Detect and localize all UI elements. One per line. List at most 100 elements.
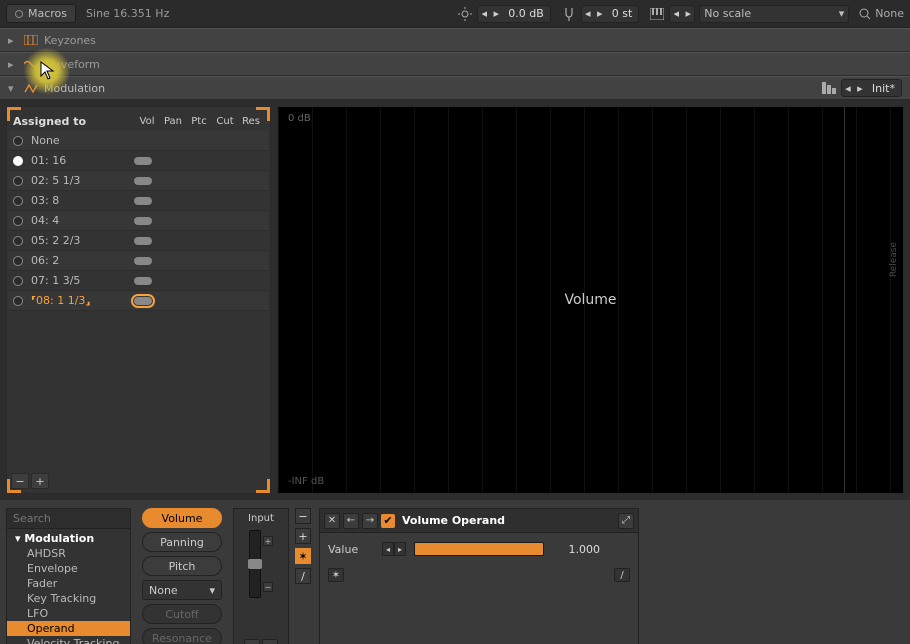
macros-button[interactable]: Macros: [6, 4, 76, 23]
add-set-button[interactable]: +: [31, 473, 49, 489]
envelope-view-icon[interactable]: [821, 80, 837, 96]
assign-cell[interactable]: [238, 294, 264, 308]
preset-spinner[interactable]: ◂ ▸ Init*: [841, 79, 902, 97]
assign-cell[interactable]: [130, 254, 156, 268]
assign-row[interactable]: None: [9, 131, 268, 151]
assign-row[interactable]: 03: 8: [9, 191, 268, 211]
chain-divide-button[interactable]: /: [295, 568, 311, 584]
browser-item[interactable]: Envelope: [7, 561, 130, 576]
preset-prev[interactable]: ◂: [842, 80, 854, 96]
assign-radio[interactable]: [13, 276, 23, 286]
assign-cell[interactable]: [184, 134, 210, 148]
device-moveright-button[interactable]: →: [362, 513, 378, 529]
assign-cell[interactable]: [130, 274, 156, 288]
assign-cell[interactable]: [184, 254, 210, 268]
value-dec-button[interactable]: ◂: [382, 542, 394, 556]
assign-radio[interactable]: [13, 216, 23, 226]
op-multiply-button[interactable]: ✶: [328, 568, 344, 582]
assign-cell[interactable]: [238, 274, 264, 288]
assign-radio[interactable]: [13, 236, 23, 246]
assign-cell[interactable]: [211, 134, 237, 148]
assign-cell[interactable]: [184, 234, 210, 248]
assign-cell[interactable]: [130, 214, 156, 228]
assign-cell[interactable]: [130, 174, 156, 188]
assign-cell[interactable]: [157, 134, 183, 148]
assign-cell[interactable]: [238, 134, 264, 148]
chain-next-button[interactable]: ▸▸: [262, 639, 278, 644]
assign-cell[interactable]: [238, 234, 264, 248]
input-vertical-slider[interactable]: [249, 530, 261, 598]
transpose-dec[interactable]: ◂: [582, 6, 594, 22]
chain-prev-button[interactable]: ◂◂: [244, 639, 260, 644]
assign-cell[interactable]: [238, 174, 264, 188]
target-panning-button[interactable]: Panning: [142, 532, 222, 552]
browser-item[interactable]: Operand: [7, 621, 130, 636]
assign-radio[interactable]: [13, 156, 23, 166]
target-pitch-button[interactable]: Pitch: [142, 556, 222, 576]
input-minus-button[interactable]: −: [263, 582, 273, 592]
top-search[interactable]: None: [859, 7, 904, 20]
volume-spinner[interactable]: ◂ ▸ 0.0 dB: [477, 5, 551, 23]
browser-item[interactable]: Key Tracking: [7, 591, 130, 606]
section-waveform[interactable]: ▸ Waveform: [0, 52, 910, 76]
input-plus-button[interactable]: +: [263, 536, 273, 546]
assign-cell[interactable]: [157, 214, 183, 228]
assign-cell[interactable]: [130, 294, 156, 308]
assign-cell[interactable]: [157, 254, 183, 268]
assign-cell[interactable]: [184, 154, 210, 168]
scale-inc[interactable]: ▸: [682, 6, 694, 22]
assign-radio[interactable]: [13, 196, 23, 206]
assign-cell[interactable]: [130, 194, 156, 208]
assign-row[interactable]: 06: 2: [9, 251, 268, 271]
assign-cell[interactable]: [211, 234, 237, 248]
assign-cell[interactable]: [211, 294, 237, 308]
op-divide-button[interactable]: /: [614, 568, 630, 582]
assign-row[interactable]: 04: 4: [9, 211, 268, 231]
preset-next[interactable]: ▸: [854, 80, 866, 96]
section-keyzones[interactable]: ▸ Keyzones: [0, 28, 910, 52]
assign-cell[interactable]: [211, 274, 237, 288]
assign-cell[interactable]: [238, 214, 264, 228]
scale-dec[interactable]: ◂: [670, 6, 682, 22]
browser-item[interactable]: AHDSR: [7, 546, 130, 561]
assign-cell[interactable]: [211, 174, 237, 188]
volume-inc[interactable]: ▸: [490, 6, 502, 22]
value-inc-button[interactable]: ▸: [394, 542, 406, 556]
section-modulation[interactable]: ▾ Modulation ◂ ▸ Init*: [0, 76, 910, 100]
assign-radio[interactable]: [13, 136, 23, 146]
assign-cell[interactable]: [211, 214, 237, 228]
browser-category[interactable]: ▾ Modulation: [7, 531, 130, 546]
assign-cell[interactable]: [184, 214, 210, 228]
scale-spinner[interactable]: ◂ ▸: [669, 5, 695, 23]
assign-cell[interactable]: [184, 294, 210, 308]
assign-cell[interactable]: [130, 154, 156, 168]
chain-multiply-button[interactable]: ✶: [295, 548, 311, 564]
chain-minus-button[interactable]: −: [295, 508, 311, 524]
browser-item[interactable]: Fader: [7, 576, 130, 591]
assign-cell[interactable]: [238, 254, 264, 268]
volume-dec[interactable]: ◂: [478, 6, 490, 22]
transpose-spinner[interactable]: ◂ ▸ 0 st: [581, 5, 640, 23]
assign-cell[interactable]: [211, 154, 237, 168]
assign-cell[interactable]: [157, 274, 183, 288]
envelope-display[interactable]: 0 dB -INF dB Volume Release: [277, 106, 904, 494]
device-enable-checkbox[interactable]: ✔: [381, 514, 395, 528]
assign-row[interactable]: 07: 1 3/5: [9, 271, 268, 291]
value-slider[interactable]: [414, 542, 544, 556]
device-close-button[interactable]: ✕: [324, 513, 340, 529]
assign-cell[interactable]: [130, 134, 156, 148]
assign-row[interactable]: 02: 5 1/3: [9, 171, 268, 191]
assign-row[interactable]: ⸢08: 1 1/3⸥: [9, 291, 268, 311]
assign-cell[interactable]: [157, 234, 183, 248]
browser-item[interactable]: Velocity Tracking: [7, 636, 130, 644]
assign-cell[interactable]: [184, 274, 210, 288]
assign-cell[interactable]: [157, 294, 183, 308]
device-expand-button[interactable]: ⤢: [618, 513, 634, 529]
assign-cell[interactable]: [184, 174, 210, 188]
assign-radio[interactable]: [13, 176, 23, 186]
chain-plus-button[interactable]: +: [295, 528, 311, 544]
assign-cell[interactable]: [157, 194, 183, 208]
assign-cell[interactable]: [211, 254, 237, 268]
remove-set-button[interactable]: −: [11, 473, 29, 489]
assign-cell[interactable]: [157, 174, 183, 188]
